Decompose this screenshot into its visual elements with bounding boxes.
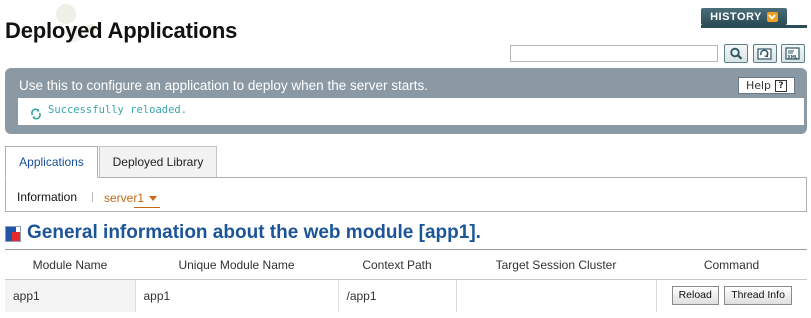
- status-message: Successfully reloaded.: [48, 104, 188, 116]
- server-select-value: server1: [104, 191, 145, 205]
- history-button[interactable]: HISTORY: [701, 8, 787, 25]
- section-flag-icon: [5, 226, 21, 242]
- table-header-row: Module Name Unique Module Name Context P…: [5, 249, 807, 280]
- page-title: Deployed Applications: [5, 18, 238, 43]
- tab-deployed-library[interactable]: Deployed Library: [99, 146, 217, 178]
- subnav-divider: [92, 192, 93, 202]
- column-header-command: Command: [656, 249, 807, 280]
- history-underline: [701, 25, 807, 28]
- column-header-context-path: Context Path: [338, 249, 456, 280]
- column-header-target-session-cluster: Target Session Cluster: [456, 249, 656, 280]
- server-select[interactable]: server1: [104, 189, 161, 208]
- info-panel: Use this to configure an application to …: [5, 68, 807, 134]
- cell-context-path: /app1: [338, 279, 457, 312]
- tab-label: Deployed Library: [112, 155, 204, 169]
- history-label: HISTORY: [710, 10, 762, 23]
- refresh-icon: [30, 105, 42, 124]
- column-header-module-name: Module Name: [5, 249, 135, 280]
- subnav-information-label: Information: [17, 190, 78, 204]
- search-input[interactable]: [510, 45, 718, 62]
- tab-applications[interactable]: Applications: [5, 146, 98, 178]
- tab-label: Applications: [19, 155, 84, 169]
- page-description: Use this to configure an application to …: [19, 78, 428, 93]
- table-row: app1 app1 /app1 Reload Thread Info: [5, 279, 807, 312]
- status-message-box: Successfully reloaded.: [18, 98, 804, 125]
- xml-icon: XML: [785, 47, 801, 60]
- cell-target-session-cluster: [456, 279, 657, 312]
- caret-down-icon: [149, 195, 158, 201]
- thread-info-button[interactable]: Thread Info: [724, 286, 792, 306]
- cell-module-name: app1: [5, 279, 136, 312]
- search-button[interactable]: [724, 44, 748, 63]
- reload-button[interactable]: [753, 44, 777, 63]
- module-table: Module Name Unique Module Name Context P…: [5, 249, 807, 312]
- reload-icon: [757, 47, 773, 60]
- chevron-down-icon: [766, 11, 778, 22]
- help-label: Help: [745, 79, 772, 92]
- section-title: General information about the web module…: [27, 222, 481, 243]
- cell-unique-module-name: app1: [135, 279, 339, 312]
- reload-button[interactable]: Reload: [671, 286, 719, 306]
- cell-command: Reload Thread Info: [656, 279, 807, 312]
- help-button[interactable]: Help ?: [738, 77, 795, 94]
- help-question-icon: ?: [775, 79, 788, 92]
- xml-export-button[interactable]: XML: [781, 44, 805, 63]
- svg-text:XML: XML: [788, 54, 798, 59]
- subnav-bar: Information server1: [5, 177, 807, 212]
- column-header-unique-module-name: Unique Module Name: [135, 249, 338, 280]
- search-icon: [729, 47, 743, 60]
